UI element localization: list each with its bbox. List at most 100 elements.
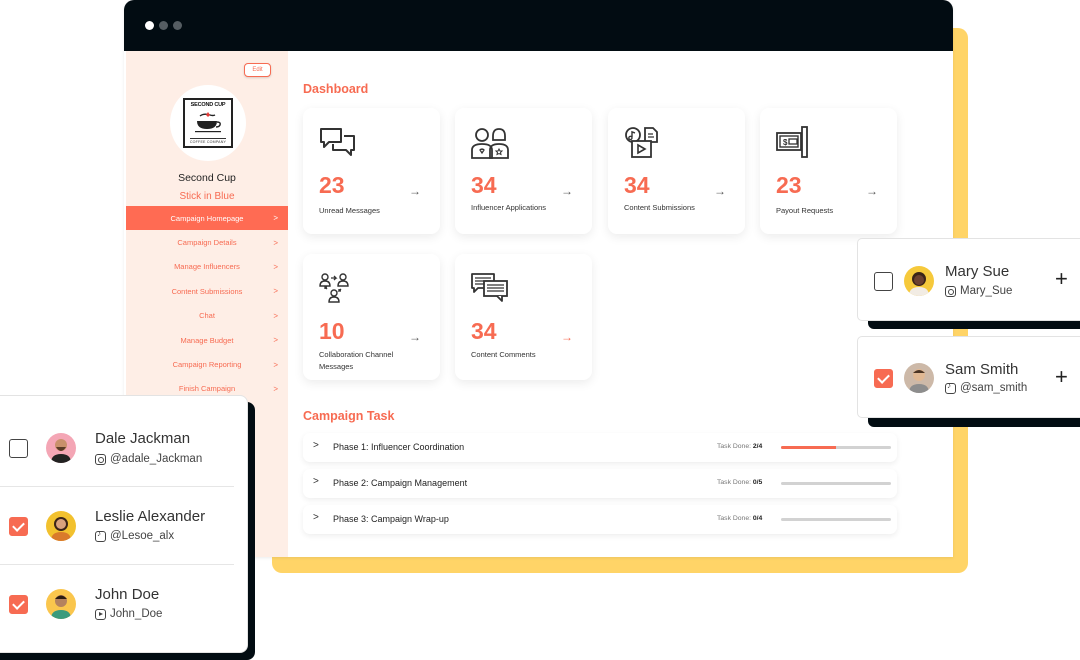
dashboard-title: Dashboard (303, 82, 368, 96)
avatar (46, 511, 76, 541)
influencer-name: Leslie Alexander (95, 508, 205, 525)
instagram-icon (945, 286, 956, 297)
select-checkbox[interactable] (9, 439, 28, 458)
task-done-label: Task Done: 2/4 (717, 443, 762, 450)
task-phase-row[interactable]: > Phase 1: Influencer Coordination Task … (303, 433, 897, 462)
comments-icon (471, 272, 509, 306)
task-done-label: Task Done: 0/4 (717, 515, 762, 522)
select-checkbox[interactable] (874, 272, 893, 291)
task-phase-row[interactable]: > Phase 3: Campaign Wrap-up Task Done: 0… (303, 505, 897, 534)
chevron-right-icon: > (273, 238, 278, 247)
payout-icon: $ (776, 126, 814, 160)
chevron-right-icon: > (313, 512, 319, 523)
sidebar-item-content-submissions[interactable]: Content Submissions> (126, 279, 288, 303)
stat-label: Payout Requests (776, 205, 876, 217)
stat-label: Influencer Applications (471, 202, 571, 214)
window-close-control[interactable] (145, 21, 154, 30)
instagram-icon (95, 454, 106, 465)
svg-text:$: $ (783, 138, 788, 147)
window-maximize-control[interactable] (173, 21, 182, 30)
chat-bubbles-icon (319, 126, 357, 160)
coffee-cup-icon (192, 112, 224, 134)
select-checkbox[interactable] (9, 595, 28, 614)
influencer-name: John Doe (95, 586, 159, 603)
sidebar-item-campaign-homepage[interactable]: Campaign Homepage > (126, 206, 288, 230)
stat-card-payout-requests[interactable]: $ 23 Payout Requests → (760, 108, 897, 234)
stat-value: 23 (776, 172, 802, 199)
task-done-count: 0/4 (753, 515, 762, 522)
influencer-name: Sam Smith (945, 361, 1018, 378)
influencer-handle: @Lesoe_alx (95, 530, 174, 542)
stat-label: Content Comments (471, 349, 571, 361)
youtube-icon (95, 609, 106, 620)
task-phase-row[interactable]: > Phase 2: Campaign Management Task Done… (303, 469, 897, 498)
task-progress-fill (781, 446, 836, 449)
chevron-right-icon: > (273, 262, 278, 271)
sidebar-nav: Campaign Homepage > Campaign Details > Man… (126, 206, 288, 401)
chevron-right-icon: > (273, 214, 278, 223)
sidebar-item-label: Chat (199, 311, 215, 320)
stat-value: 34 (471, 318, 497, 345)
sidebar-item-label: Campaign Reporting (173, 360, 242, 369)
brand-logo: SECOND CUP COFFEE COMPANY (183, 98, 233, 148)
arrow-right-icon: → (409, 330, 421, 344)
sidebar-item-chat[interactable]: Chat> (126, 304, 288, 328)
influencer-handle: John_Doe (95, 608, 162, 620)
stat-label: Collaboration Channel Messages (319, 349, 419, 373)
influencer-card-sam-smith: Sam Smith @sam_smith + (857, 336, 1080, 418)
edit-button[interactable]: Edit (244, 63, 271, 77)
brand-logo-subtext: COFFEE COMPANY (190, 138, 226, 144)
brand-avatar: SECOND CUP COFFEE COMPANY (170, 85, 246, 161)
avatar (46, 589, 76, 619)
stat-card-content-submissions[interactable]: 34 Content Submissions → (608, 108, 745, 234)
stat-value: 34 (624, 172, 650, 199)
sidebar-item-campaign-reporting[interactable]: Campaign Reporting > (126, 352, 288, 376)
sidebar-item-label: Campaign Details (177, 238, 236, 247)
influencer-handle: @adale_Jackman (95, 453, 202, 465)
window-minimize-control[interactable] (159, 21, 168, 30)
sidebar-item-manage-budget[interactable]: Manage Budget > (126, 328, 288, 352)
influencer-name: Mary Sue (945, 263, 1009, 280)
sidebar-item-campaign-details[interactable]: Campaign Details > (126, 230, 288, 254)
influencers-icon (471, 126, 509, 160)
handle-text: @sam_smith (960, 382, 1027, 394)
stat-card-unread-messages[interactable]: 23 Unread Messages → (303, 108, 440, 234)
arrow-right-icon: → (866, 184, 878, 198)
tiktok-icon (945, 383, 956, 394)
avatar (904, 266, 934, 296)
sidebar-item-label: Manage Budget (181, 336, 234, 345)
task-done-count: 0/5 (753, 479, 762, 486)
task-done-count: 2/4 (753, 443, 762, 450)
title-bar (124, 0, 953, 51)
stat-card-collaboration-messages[interactable]: 10 Collaboration Channel Messages → (303, 254, 440, 380)
sidebar-item-manage-influencers[interactable]: Manage Influencers > (126, 255, 288, 279)
stat-card-influencer-applications[interactable]: 34 Influencer Applications → (455, 108, 592, 234)
handle-text: John_Doe (110, 608, 162, 620)
influencer-name: Dale Jackman (95, 430, 190, 447)
arrow-right-icon: → (561, 330, 573, 344)
chevron-right-icon: > (313, 476, 319, 487)
brand-logo-text: SECOND CUP (191, 102, 226, 108)
task-done-prefix: Task Done: (717, 443, 753, 450)
task-done-prefix: Task Done: (717, 479, 753, 486)
task-progress-bar (781, 518, 891, 521)
influencer-handle: Mary_Sue (945, 285, 1012, 297)
stat-label: Content Submissions (624, 202, 724, 214)
chevron-right-icon: > (313, 440, 319, 451)
task-done-label: Task Done: 0/5 (717, 479, 762, 486)
chevron-right-icon: > (273, 336, 278, 345)
task-progress-bar (781, 446, 891, 449)
add-influencer-button[interactable]: + (1055, 364, 1068, 390)
stat-card-content-comments[interactable]: 34 Content Comments → (455, 254, 592, 380)
add-influencer-button[interactable]: + (1055, 266, 1068, 292)
sidebar-item-label: Manage Influencers (174, 262, 240, 271)
chevron-right-icon: > (273, 360, 278, 369)
phase-name: Phase 2: Campaign Management (333, 478, 467, 488)
select-checkbox[interactable] (874, 369, 893, 388)
divider (0, 564, 234, 565)
arrow-right-icon: → (409, 184, 421, 198)
select-checkbox[interactable] (9, 517, 28, 536)
sidebar-item-label: Campaign Homepage (171, 214, 244, 223)
handle-text: @adale_Jackman (110, 453, 202, 465)
brand-name: Second Cup (126, 172, 288, 184)
